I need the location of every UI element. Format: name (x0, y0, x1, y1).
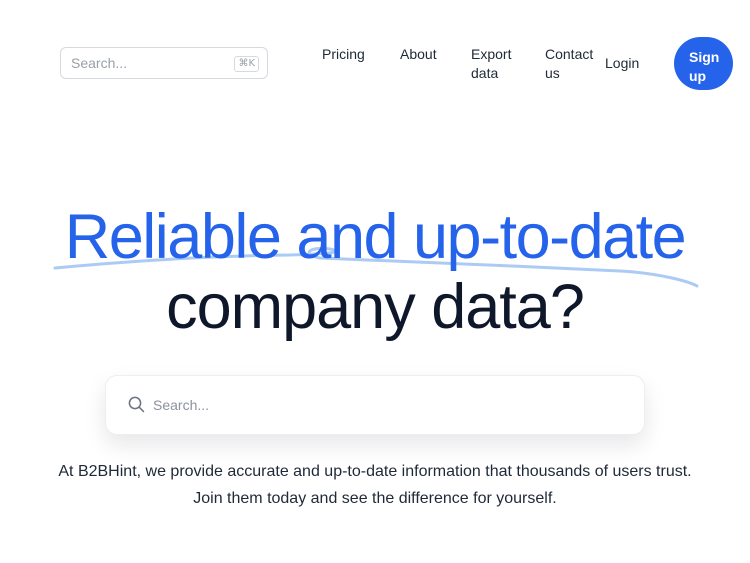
nav-pricing-link[interactable]: Pricing (322, 45, 365, 64)
header-search-input[interactable] (71, 48, 231, 78)
hero-title-line1: Reliable and up-to-date (64, 202, 687, 272)
nav-export-data-link[interactable]: Export data (471, 45, 519, 83)
hero-description-line2: Join them today and see the difference f… (193, 490, 557, 507)
hero-description-line1: At B2BHint, we provide accurate and up-t… (58, 463, 692, 480)
search-icon (128, 396, 145, 413)
hero-title-line2: company data? (166, 272, 585, 342)
hero-search-box[interactable] (105, 375, 645, 435)
nav-login-link[interactable]: Login (605, 54, 639, 73)
nav-about-link[interactable]: About (400, 45, 437, 64)
hero-search-input[interactable] (153, 390, 613, 420)
header-search-box[interactable]: ⌘K (60, 47, 268, 79)
page: ⌘K Pricing About Export data Contact us … (0, 0, 750, 563)
hero-description: At B2BHint, we provide accurate and up-t… (0, 458, 750, 512)
keyboard-shortcut-badge: ⌘K (234, 56, 259, 72)
signup-button[interactable]: Sign up (674, 37, 733, 90)
nav-contact-us-link[interactable]: Contact us (545, 45, 595, 83)
